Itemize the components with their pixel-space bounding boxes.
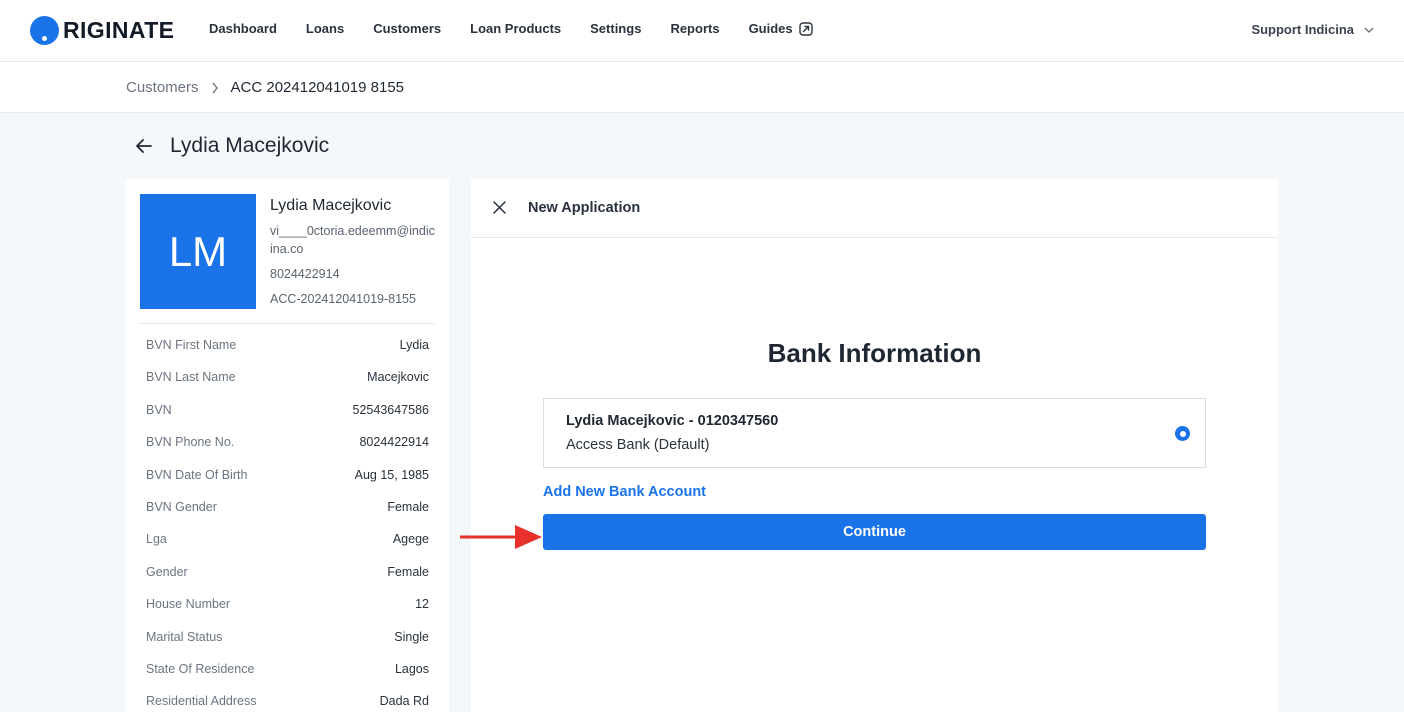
bank-name: Access Bank (Default) <box>566 437 710 453</box>
detail-value: 8024422914 <box>359 435 429 450</box>
top-navbar: RIGINATE Dashboard Loans Customers Loan … <box>0 0 1404 62</box>
logo-text: RIGINATE <box>63 17 175 43</box>
detail-label: Residential Address <box>146 694 257 709</box>
detail-label: BVN Date Of Birth <box>146 467 248 482</box>
detail-label: Marital Status <box>146 629 223 644</box>
divider <box>140 323 435 324</box>
detail-value: Female <box>387 564 429 579</box>
nav-customers[interactable]: Customers <box>373 21 441 36</box>
customer-email: vi____0ctoria.edeemm@indicina.co <box>270 224 435 256</box>
detail-row: BVN Last Name Macejkovic <box>146 370 429 402</box>
detail-value: Aug 15, 1985 <box>354 467 429 482</box>
detail-row: BVN Phone No. 8024422914 <box>146 435 429 467</box>
main-nav: Dashboard Loans Customers Loan Products … <box>209 21 842 36</box>
detail-row: BVN 52543647586 <box>146 403 429 435</box>
customer-details-list: BVN First Name Lydia BVN Last Name Macejko… <box>146 338 429 712</box>
detail-row: Marital Status Single <box>146 630 429 662</box>
detail-label: BVN Last Name <box>146 370 236 385</box>
bank-account-option[interactable]: Lydia Macejkovic - 0120347560 Access Ban… <box>543 398 1206 468</box>
detail-row: House Number 12 <box>146 597 429 629</box>
detail-row: Gender Female <box>146 565 429 597</box>
nav-settings[interactable]: Settings <box>590 21 641 36</box>
nav-reports[interactable]: Reports <box>670 21 719 36</box>
nav-dashboard[interactable]: Dashboard <box>209 21 277 36</box>
annotation-arrow-icon <box>460 525 542 549</box>
chevron-right-icon <box>211 82 218 93</box>
user-menu-label: Support Indicina <box>1251 22 1354 37</box>
detail-value: Agege <box>392 532 429 547</box>
breadcrumb-customers[interactable]: Customers <box>126 79 199 96</box>
breadcrumb-bar: Customers ACC 202412041019 8155 <box>0 62 1404 113</box>
customer-phone: 8024422914 <box>270 267 340 281</box>
avatar: LM <box>140 194 256 309</box>
continue-button[interactable]: Continue <box>543 514 1206 550</box>
detail-row: BVN Date Of Birth Aug 15, 1985 <box>146 468 429 500</box>
panel-header: New Application <box>471 179 1278 238</box>
detail-row: Lga Agege <box>146 532 429 564</box>
brand-logo[interactable]: RIGINATE <box>30 16 174 45</box>
detail-row: BVN First Name Lydia <box>146 338 429 370</box>
nav-loans[interactable]: Loans <box>306 21 344 36</box>
external-link-icon <box>798 21 813 36</box>
logo-mark <box>30 16 59 45</box>
detail-value: Female <box>387 499 429 514</box>
detail-row: BVN Gender Female <box>146 500 429 532</box>
detail-label: BVN Phone No. <box>146 435 235 450</box>
detail-value: 12 <box>415 597 429 612</box>
user-menu[interactable]: Support Indicina <box>1251 22 1374 37</box>
breadcrumb-current: ACC 202412041019 8155 <box>230 79 405 96</box>
detail-label: House Number <box>146 597 231 612</box>
nav-loan-products[interactable]: Loan Products <box>470 21 561 36</box>
page-title: Lydia Macejkovic <box>170 134 330 157</box>
detail-row: State Of Residence Lagos <box>146 662 429 694</box>
customer-name: Lydia Macejkovic <box>270 197 392 214</box>
back-arrow-icon[interactable] <box>134 136 154 156</box>
bank-account-name: Lydia Macejkovic - 0120347560 <box>566 413 779 429</box>
add-bank-account-link[interactable]: Add New Bank Account <box>543 484 706 500</box>
customer-profile-card: LM Lydia Macejkovic vi____0ctoria.edeemm… <box>126 179 449 712</box>
detail-label: Lga <box>146 532 167 547</box>
detail-value: Lagos <box>394 661 429 676</box>
detail-label: BVN First Name <box>146 338 237 352</box>
bank-radio-selected[interactable] <box>1175 426 1190 441</box>
detail-value: Single <box>394 629 429 644</box>
detail-value: Macejkovic <box>367 370 429 385</box>
detail-label: BVN <box>146 402 172 417</box>
panel-title: New Application <box>528 200 641 216</box>
detail-row: Residential Address Dada Rd <box>146 694 429 712</box>
detail-label: Gender <box>146 564 188 579</box>
nav-guides[interactable]: Guides <box>749 21 813 36</box>
page-header: Lydia Macejkovic <box>134 134 329 158</box>
section-title: Bank Information <box>767 338 982 368</box>
detail-label: BVN Gender <box>146 499 217 514</box>
detail-value: 52543647586 <box>352 402 429 417</box>
breadcrumb: Customers ACC 202412041019 8155 <box>126 79 404 96</box>
close-icon[interactable] <box>493 201 506 214</box>
nav-guides-label: Guides <box>748 21 793 36</box>
customer-account-id: ACC-202412041019-8155 <box>270 292 416 306</box>
new-application-panel: New Application Bank Information Lydia M… <box>471 179 1278 712</box>
chevron-down-icon <box>1364 27 1374 33</box>
detail-label: State Of Residence <box>146 661 255 676</box>
detail-value: Lydia <box>399 338 429 352</box>
detail-value: Dada Rd <box>379 694 429 709</box>
